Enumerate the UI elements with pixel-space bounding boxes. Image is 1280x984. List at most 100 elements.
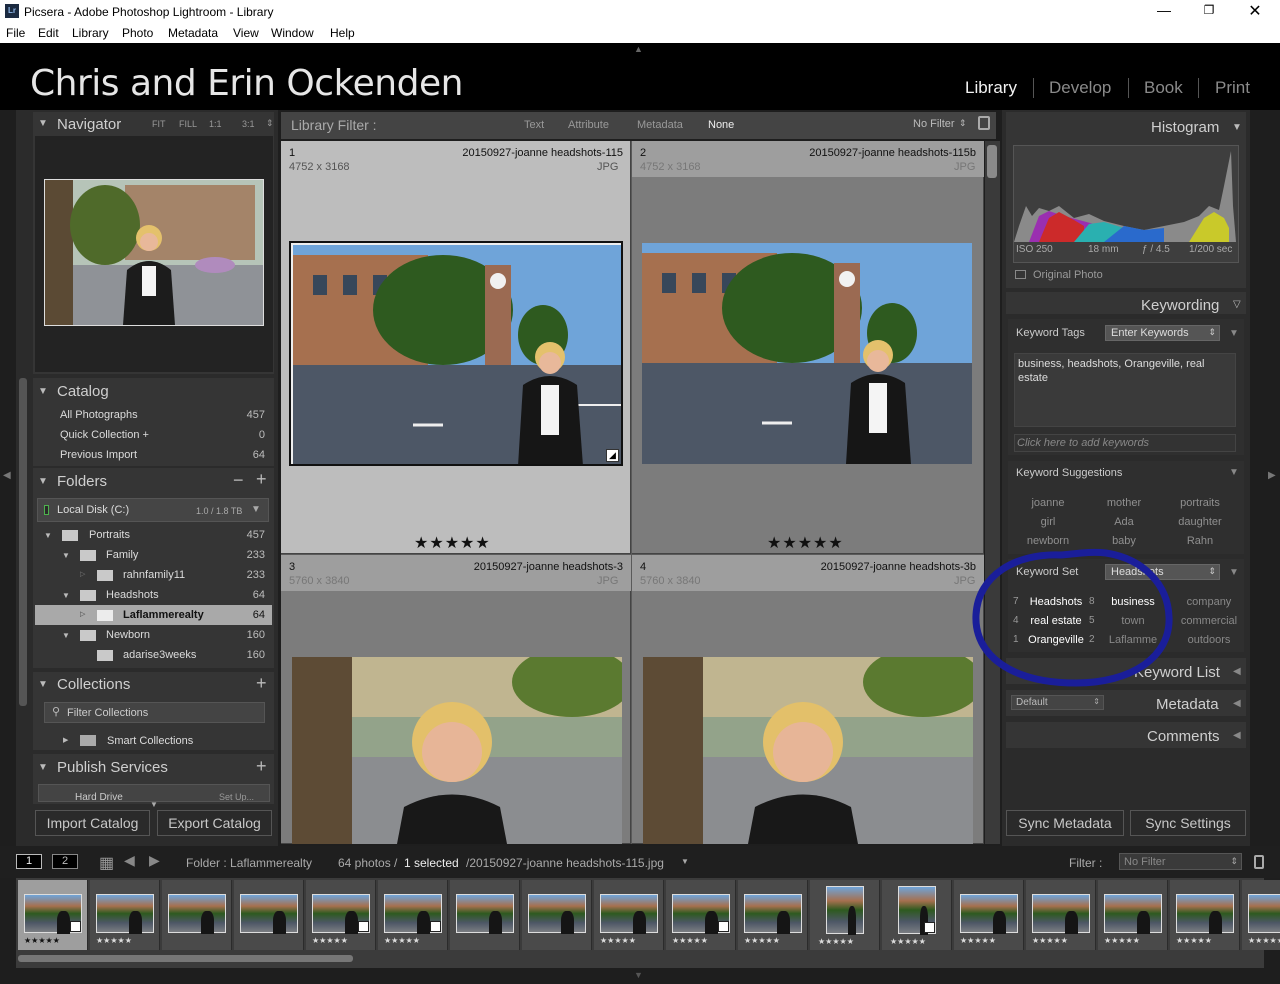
filmstrip-thumbnail[interactable]: ★★★★★	[18, 880, 88, 950]
filmstrip-filter-select[interactable]: No Filter ⇕	[1119, 853, 1242, 870]
catalog-quick-collection[interactable]: Quick Collection +	[60, 429, 149, 441]
filmstrip-thumbnail[interactable]: ★★★★★	[1098, 880, 1168, 950]
menu-edit[interactable]: Edit	[38, 26, 59, 40]
metadata-expand-icon[interactable]: ◀	[1233, 698, 1241, 709]
folder-family[interactable]: Family	[106, 549, 138, 561]
expand-triangle-icon[interactable]: ▼	[62, 551, 70, 560]
menu-window[interactable]: Window	[271, 26, 314, 40]
filmstrip-thumbnail[interactable]: ★★★★★	[594, 880, 664, 950]
keywording-collapse-icon[interactable]: ▽	[1233, 299, 1241, 310]
metadata-preset-select[interactable]: Default ⇕	[1011, 695, 1104, 710]
preset-menu-icon[interactable]: ⇕	[959, 118, 967, 129]
folder-portraits[interactable]: Portraits	[89, 529, 130, 541]
filmstrip-thumbnail[interactable]	[450, 880, 520, 950]
close-icon[interactable]: ✕	[1245, 1, 1265, 21]
expand-triangle-icon[interactable]: ▼	[62, 631, 70, 640]
volume-menu-icon[interactable]: ▼	[251, 504, 261, 515]
filmstrip-menu-icon[interactable]: ▼	[681, 857, 689, 866]
back-arrow-icon[interactable]: ◀	[124, 852, 135, 869]
menu-file[interactable]: File	[6, 26, 25, 40]
keyword-set-collapse-icon[interactable]: ▼	[1229, 567, 1239, 578]
primary-display-button[interactable]: 1	[16, 854, 42, 869]
filmstrip-thumbnail[interactable]: ★★★★★	[1170, 880, 1240, 950]
catalog-previous-import[interactable]: Previous Import	[60, 449, 137, 461]
folders-collapse-icon[interactable]: ▼	[38, 476, 48, 487]
collapsed-triangle-icon[interactable]: ▷	[80, 610, 85, 618]
menu-photo[interactable]: Photo	[122, 26, 153, 40]
keyword-list-expand-icon[interactable]: ◀	[1233, 666, 1241, 677]
collapse-right-icon[interactable]: ▶	[1268, 470, 1276, 481]
original-photo-checkbox[interactable]	[1015, 270, 1026, 279]
filmstrip-source[interactable]: Folder : Laflammerealty	[186, 856, 312, 870]
lock-icon[interactable]	[978, 116, 990, 130]
photo-thumbnail[interactable]	[292, 657, 622, 844]
add-publish-icon[interactable]: +	[256, 756, 267, 777]
filmstrip-thumbnail[interactable]: ★★★★★	[1026, 880, 1096, 950]
keyword-suggestion[interactable]: mother	[1087, 497, 1161, 509]
navigator-preview[interactable]	[44, 179, 264, 326]
histogram-collapse-icon[interactable]: ▼	[1232, 122, 1242, 133]
keyword-suggestion[interactable]: girl	[1011, 516, 1085, 528]
collections-collapse-icon[interactable]: ▼	[38, 679, 48, 690]
sync-settings-button[interactable]: Sync Settings	[1130, 810, 1246, 836]
keyword-suggestions-collapse-icon[interactable]: ▼	[1229, 467, 1239, 478]
add-folder-icon[interactable]: +	[256, 469, 267, 490]
grid-view-icon[interactable]: ▦	[99, 853, 114, 873]
filmstrip-thumbnail[interactable]: ★★★★★	[306, 880, 376, 950]
catalog-all-photographs[interactable]: All Photographs	[60, 409, 138, 421]
collapsed-triangle-icon[interactable]: ▷	[80, 570, 85, 578]
grid-cell[interactable]: 1 20150927-joanne headshots-115 4752 x 3…	[281, 141, 631, 554]
folder-headshots[interactable]: Headshots	[106, 589, 159, 601]
filter-metadata[interactable]: Metadata	[637, 119, 683, 131]
rating-stars[interactable]: ★★★★★	[414, 533, 491, 553]
filmstrip-thumbnail[interactable]: ★★★★★	[666, 880, 736, 950]
grid-scrollbar-track[interactable]	[985, 141, 1000, 844]
filmstrip-thumbnail[interactable]: ★★★★★	[1242, 880, 1280, 950]
import-catalog-button[interactable]: Import Catalog	[35, 810, 150, 836]
keyword-entry-mode-select[interactable]: Enter Keywords ⇕	[1105, 325, 1220, 341]
grid-cell[interactable]: 3 20150927-joanne headshots-3 5760 x 384…	[281, 555, 631, 844]
filmstrip-thumbnail[interactable]: ★★★★★	[90, 880, 160, 950]
collapse-top-icon[interactable]: ▲	[634, 44, 643, 54]
photo-thumbnail[interactable]	[643, 657, 973, 844]
sync-metadata-button[interactable]: Sync Metadata	[1006, 810, 1124, 836]
menu-library[interactable]: Library	[72, 26, 109, 40]
add-collection-icon[interactable]: +	[256, 673, 267, 694]
module-library[interactable]: Library	[965, 78, 1017, 98]
filter-preset[interactable]: No Filter	[913, 118, 955, 130]
filmstrip-thumbnail[interactable]: ★★★★★	[378, 880, 448, 950]
maximize-icon[interactable]: ❐	[1199, 3, 1219, 17]
collapsed-triangle-icon[interactable]: ▶	[63, 736, 68, 744]
zoom-fill[interactable]: FILL	[179, 119, 197, 129]
filmstrip-thumbnail[interactable]	[234, 880, 304, 950]
keyword-suggestion[interactable]: daughter	[1163, 516, 1237, 528]
keyword-tags-collapse-icon[interactable]: ▼	[1229, 328, 1239, 339]
rating-stars[interactable]: ★★★★★	[767, 533, 844, 553]
keyword-suggestion[interactable]: Ada	[1087, 516, 1161, 528]
scroll-down-icon[interactable]: ▼	[150, 800, 158, 809]
module-develop[interactable]: Develop	[1049, 78, 1111, 98]
filmstrip-thumbnail[interactable]: ★★★★★	[810, 880, 880, 950]
grid-cell[interactable]: 2 20150927-joanne headshots-115b 4752 x …	[632, 141, 984, 554]
folder-rahnfamily11[interactable]: rahnfamily11	[123, 569, 185, 581]
filmstrip-scrollbar[interactable]	[18, 955, 353, 962]
keyword-suggestion[interactable]: joanne	[1011, 497, 1085, 509]
filter-text[interactable]: Text	[524, 119, 544, 131]
expand-triangle-icon[interactable]: ▼	[44, 531, 52, 540]
left-panel-scrollbar[interactable]	[19, 378, 27, 706]
comments-expand-icon[interactable]: ◀	[1233, 730, 1241, 741]
folder-adarise3weeks[interactable]: adarise3weeks	[123, 649, 196, 661]
filmstrip-lock-icon[interactable]	[1254, 855, 1264, 869]
filmstrip-thumbnail[interactable]	[162, 880, 232, 950]
grid-scrollbar-thumb[interactable]	[987, 145, 997, 178]
keyword-tags-textarea[interactable]: business, headshots, Orangeville, real e…	[1014, 353, 1236, 427]
forward-arrow-icon[interactable]: ▶	[149, 852, 160, 869]
menu-metadata[interactable]: Metadata	[168, 26, 218, 40]
filter-attribute[interactable]: Attribute	[568, 119, 609, 131]
collapse-left-icon[interactable]: ◀	[3, 470, 11, 481]
folder-laflammerealty[interactable]: Laflammerealty	[123, 609, 204, 621]
zoom-fit[interactable]: FIT	[152, 119, 166, 129]
export-catalog-button[interactable]: Export Catalog	[157, 810, 272, 836]
expand-triangle-icon[interactable]: ▼	[62, 591, 70, 600]
menu-help[interactable]: Help	[330, 26, 355, 40]
